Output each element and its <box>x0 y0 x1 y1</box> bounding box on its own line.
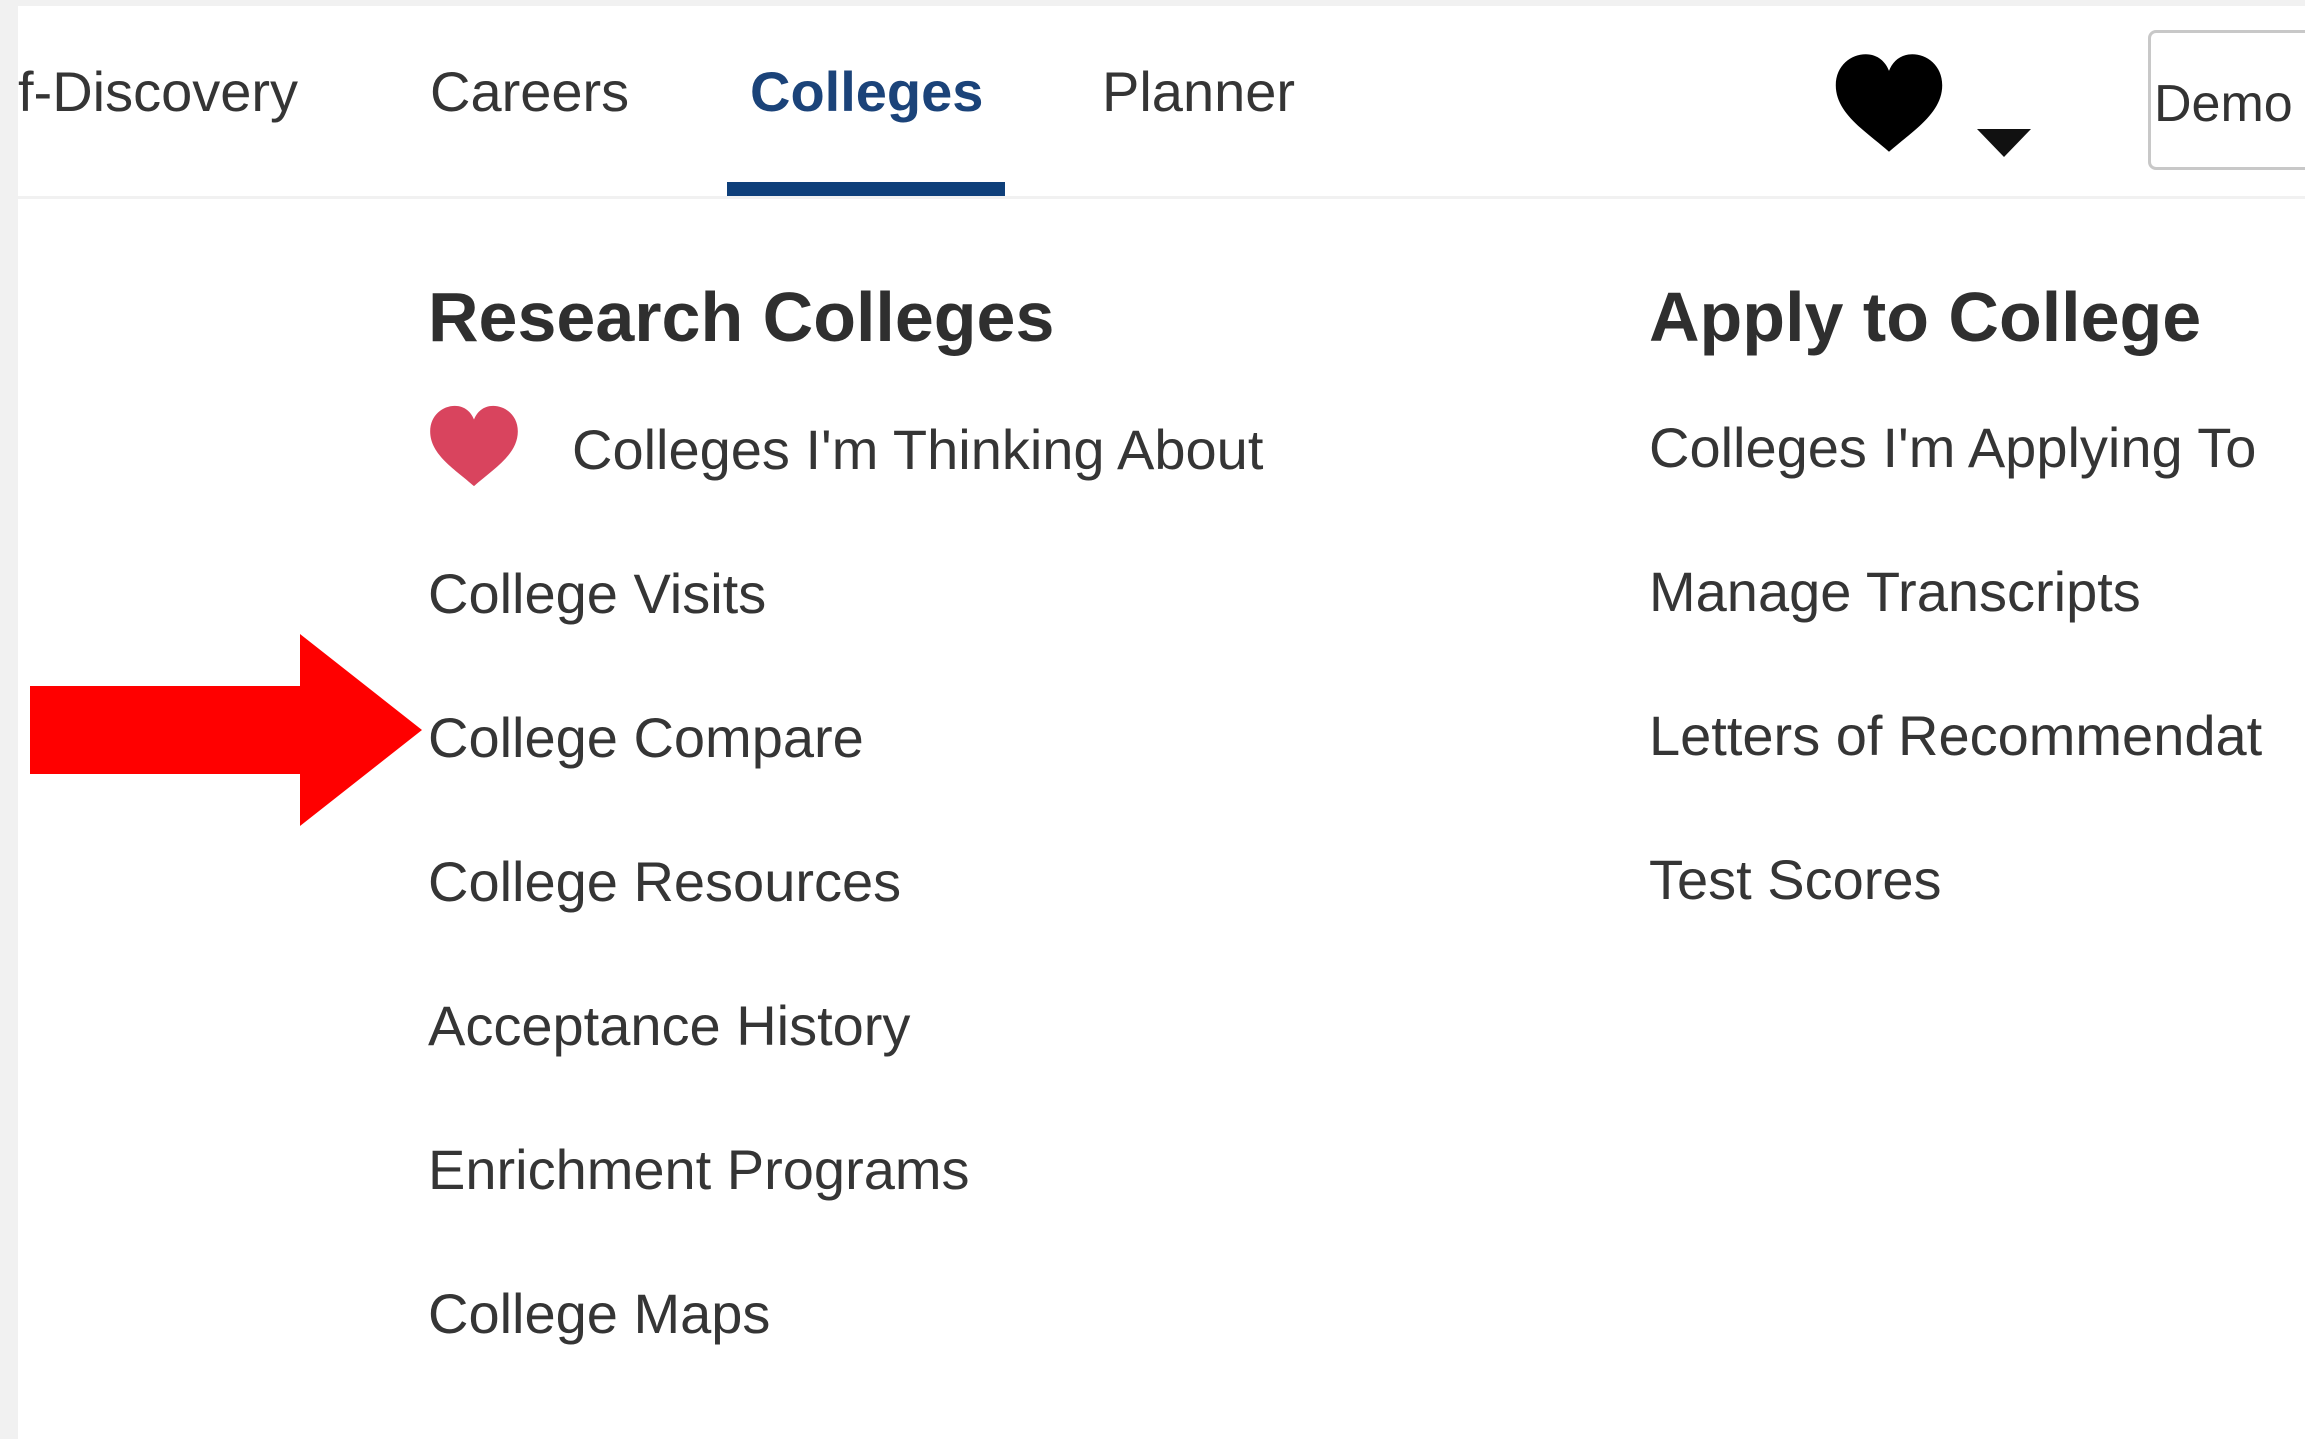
menu-item-letters-of-recommendation[interactable]: Letters of Recommendat <box>1649 708 2262 764</box>
menu-item-college-resources[interactable]: College Resources <box>428 854 901 910</box>
menu-item-college-compare[interactable]: College Compare <box>428 710 864 766</box>
active-tab-indicator <box>727 182 1005 196</box>
menu-item-enrichment-programs[interactable]: Enrichment Programs <box>428 1142 970 1198</box>
page: f-Discovery Careers Colleges Planner Dem… <box>18 6 2305 1439</box>
top-navigation-bar: f-Discovery Careers Colleges Planner Dem… <box>18 6 2305 199</box>
menu-item-test-scores[interactable]: Test Scores <box>1649 852 1942 908</box>
apply-to-college-heading: Apply to College <box>1649 278 2202 356</box>
menu-item-college-maps[interactable]: College Maps <box>428 1286 770 1342</box>
red-arrow-icon <box>30 634 422 826</box>
tab-planner[interactable]: Planner <box>1102 64 1295 120</box>
menu-item-college-visits[interactable]: College Visits <box>428 566 766 622</box>
caret-down-icon[interactable] <box>1973 125 2035 161</box>
heart-icon <box>430 405 518 487</box>
menu-item-acceptance-history[interactable]: Acceptance History <box>428 998 910 1054</box>
menu-item-colleges-thinking-about[interactable]: Colleges I'm Thinking About <box>572 422 1263 478</box>
user-name-label: Demo <box>2154 75 2293 133</box>
menu-item-colleges-applying-to[interactable]: Colleges I'm Applying To <box>1649 420 2256 476</box>
tab-colleges[interactable]: Colleges <box>750 64 983 120</box>
research-colleges-heading: Research Colleges <box>428 278 1055 356</box>
tab-careers[interactable]: Careers <box>430 64 629 120</box>
menu-item-manage-transcripts[interactable]: Manage Transcripts <box>1649 564 2141 620</box>
heart-icon[interactable] <box>1833 52 1945 154</box>
tab-self-discovery[interactable]: f-Discovery <box>18 64 298 120</box>
